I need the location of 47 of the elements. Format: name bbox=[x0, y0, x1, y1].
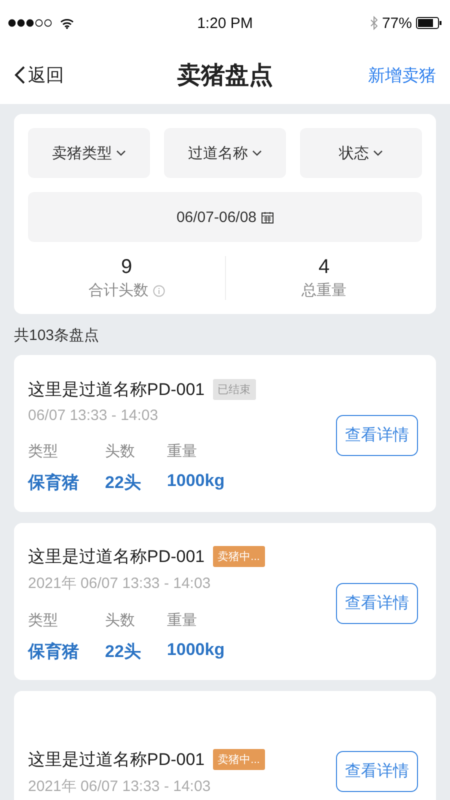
back-link[interactable]: 返回 bbox=[14, 63, 104, 87]
add-link[interactable]: 新增卖猪 bbox=[346, 64, 436, 86]
record-name: 这里是过道名称PD-001 bbox=[28, 546, 205, 568]
status-tag: 卖猪中... bbox=[212, 546, 265, 566]
calendar-icon bbox=[260, 210, 274, 224]
info-icon[interactable] bbox=[152, 284, 164, 296]
field-value: 保育猪 bbox=[28, 640, 79, 662]
record-count: 共103条盘点 bbox=[14, 326, 100, 345]
status-tag: 已结束 bbox=[212, 378, 256, 400]
chevron-down-icon bbox=[116, 150, 126, 156]
filter-dropdown[interactable]: 卖猪类型 bbox=[28, 128, 150, 178]
field-label: 类型 bbox=[28, 610, 59, 630]
record-time: 2021年 06/07 13:33 - 14:03 bbox=[28, 776, 212, 796]
field-value: 保育猪 bbox=[28, 472, 79, 494]
details-button[interactable]: 查看详情 bbox=[336, 751, 418, 792]
field-value: 22头 bbox=[105, 640, 141, 662]
record-time: 06/07 13:33 - 14:03 bbox=[28, 406, 160, 424]
field-label: 重量 bbox=[166, 442, 198, 460]
record-name: 这里是过道名称PD-001 bbox=[28, 748, 205, 770]
stat-value: 4 bbox=[318, 256, 330, 279]
page-title: 卖猪盘点 bbox=[177, 61, 273, 91]
bluetooth-icon bbox=[370, 16, 378, 30]
battery-percent: 77% bbox=[382, 14, 412, 32]
stat-label: 合计头数 bbox=[88, 281, 148, 300]
field-value: 1000kg bbox=[166, 640, 225, 660]
chevron-down-icon bbox=[373, 150, 383, 156]
back-icon bbox=[14, 66, 26, 84]
field-label: 头数 bbox=[105, 442, 136, 460]
record-name: 这里是过道名称PD-001 bbox=[28, 378, 205, 400]
battery-icon bbox=[416, 17, 442, 29]
filter-dropdown[interactable]: 状态 bbox=[300, 128, 422, 178]
date-range-button[interactable]: 06/07-06/08 bbox=[28, 192, 422, 242]
chevron-down-icon bbox=[252, 150, 262, 156]
status-time: 1:20 PM bbox=[197, 14, 253, 32]
stat-value: 9 bbox=[120, 256, 132, 279]
details-button[interactable]: 查看详情 bbox=[336, 415, 418, 456]
record-time: 2021年 06/07 13:33 - 14:03 bbox=[28, 574, 212, 592]
filter-dropdown[interactable]: 过道名称 bbox=[164, 128, 286, 178]
field-label: 头数 bbox=[105, 610, 136, 630]
field-label: 重量 bbox=[166, 610, 198, 630]
status-tag: 卖猪中... bbox=[212, 748, 265, 770]
field-label: 类型 bbox=[28, 442, 59, 460]
field-value: 22头 bbox=[105, 472, 141, 494]
details-button[interactable]: 查看详情 bbox=[336, 583, 418, 624]
wifi-icon bbox=[60, 18, 74, 28]
stat-label: 总重量 bbox=[302, 281, 346, 300]
field-value: 1000kg bbox=[166, 470, 225, 490]
